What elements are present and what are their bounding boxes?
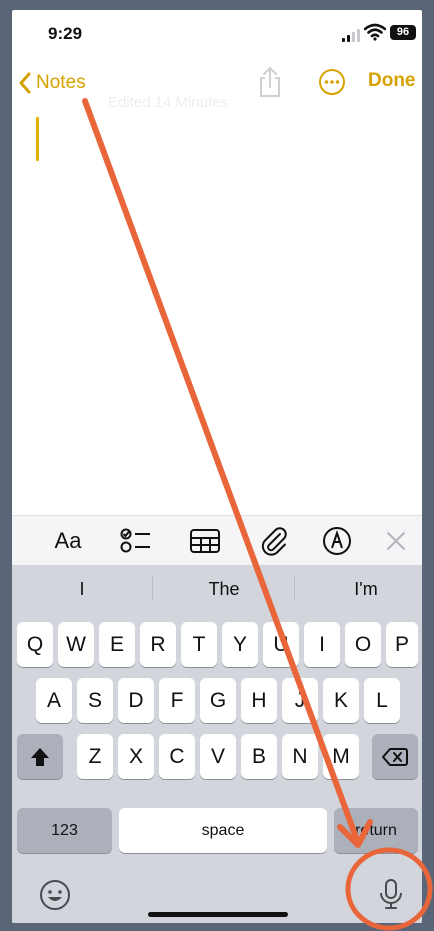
microphone-icon[interactable] [374, 877, 408, 911]
key-j[interactable]: J [282, 678, 318, 723]
emoji-icon[interactable] [38, 878, 72, 912]
numbers-key[interactable]: 123 [17, 808, 112, 853]
key-d[interactable]: D [118, 678, 154, 723]
key-t[interactable]: T [181, 622, 217, 667]
more-options-icon[interactable] [318, 68, 346, 96]
shift-arrow-icon [31, 747, 49, 766]
key-r[interactable]: R [140, 622, 176, 667]
phone-screen: 9:29 96 Notes Done Edited 14 Minutes Aa … [12, 10, 422, 923]
text-format-button[interactable]: Aa [51, 525, 85, 557]
formatting-toolbar: Aa [12, 515, 422, 566]
status-bar: 9:29 96 [12, 10, 422, 56]
key-g[interactable]: G [200, 678, 236, 723]
close-toolbar-button[interactable] [379, 525, 413, 557]
key-b[interactable]: B [241, 734, 277, 779]
key-m[interactable]: M [323, 734, 359, 779]
key-c[interactable]: C [159, 734, 195, 779]
edited-timestamp: Edited 14 Minutes [108, 94, 229, 111]
key-w[interactable]: W [58, 622, 94, 667]
checklist-button[interactable] [119, 525, 153, 557]
text-format-label: Aa [54, 528, 82, 553]
table-button[interactable] [188, 525, 222, 557]
attachment-button[interactable] [257, 525, 291, 557]
prediction-1[interactable]: I [14, 565, 150, 613]
back-label: Notes [36, 72, 86, 93]
key-h[interactable]: H [241, 678, 277, 723]
markup-pen-icon [323, 527, 351, 555]
prediction-divider [152, 577, 153, 601]
checklist-icon [120, 528, 150, 553]
close-icon [387, 532, 405, 550]
shift-key[interactable] [17, 734, 63, 779]
return-key[interactable]: return [334, 808, 418, 853]
key-x[interactable]: X [118, 734, 154, 779]
key-i[interactable]: I [304, 622, 340, 667]
key-y[interactable]: Y [222, 622, 258, 667]
prediction-3[interactable]: I'm [298, 565, 422, 613]
chevron-left-icon [19, 72, 31, 94]
key-p[interactable]: P [386, 622, 418, 667]
prediction-divider [294, 577, 295, 601]
key-k[interactable]: K [323, 678, 359, 723]
backspace-icon [382, 747, 408, 766]
battery-level: 96 [396, 26, 410, 38]
home-indicator [148, 912, 288, 917]
key-a[interactable]: A [36, 678, 72, 723]
keyboard: I The I'm Q W E R T Y U I O P A S D F G … [12, 565, 422, 923]
battery-icon: 96 [390, 25, 416, 40]
cellular-signal-icon [342, 28, 362, 42]
table-icon [190, 529, 220, 553]
key-o[interactable]: O [345, 622, 381, 667]
status-time: 9:29 [48, 24, 83, 43]
key-e[interactable]: E [99, 622, 135, 667]
back-to-notes-button[interactable]: Notes [18, 68, 86, 98]
paperclip-icon [261, 527, 287, 556]
key-n[interactable]: N [282, 734, 318, 779]
share-icon[interactable] [256, 66, 284, 98]
wifi-icon [364, 23, 386, 41]
delete-key[interactable] [372, 734, 418, 779]
space-key[interactable]: space [119, 808, 327, 853]
key-s[interactable]: S [77, 678, 113, 723]
key-f[interactable]: F [159, 678, 195, 723]
markup-button[interactable] [320, 525, 354, 557]
key-q[interactable]: Q [17, 622, 53, 667]
done-button[interactable]: Done [368, 70, 416, 92]
key-l[interactable]: L [364, 678, 400, 723]
prediction-2[interactable]: The [156, 565, 292, 613]
text-cursor[interactable] [36, 117, 39, 161]
key-u[interactable]: U [263, 622, 299, 667]
key-z[interactable]: Z [77, 734, 113, 779]
key-v[interactable]: V [200, 734, 236, 779]
